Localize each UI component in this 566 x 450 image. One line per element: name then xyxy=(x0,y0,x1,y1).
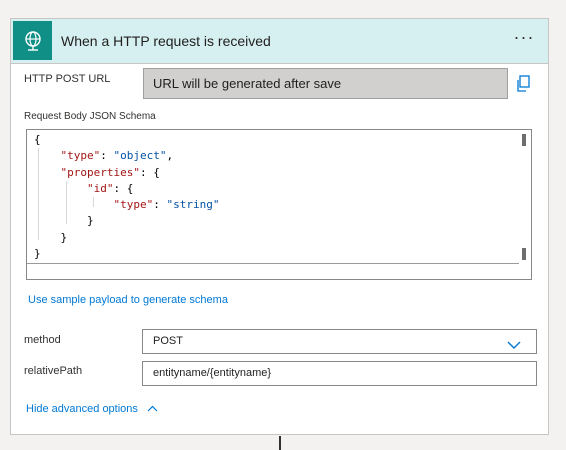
trigger-card: When a HTTP request is received ··· HTTP… xyxy=(10,18,549,435)
horizontal-scrollbar[interactable] xyxy=(27,261,519,279)
hide-advanced-options-link[interactable]: Hide advanced options xyxy=(26,403,158,415)
http-url-field[interactable]: URL will be generated after save xyxy=(143,68,508,99)
scrollbar-thumb[interactable] xyxy=(522,134,526,146)
more-options-button[interactable]: ··· xyxy=(510,27,538,53)
flow-connector xyxy=(279,436,281,450)
card-title: When a HTTP request is received xyxy=(61,33,271,49)
vertical-scrollbar[interactable] xyxy=(517,130,531,261)
relative-path-label: relativePath xyxy=(24,365,83,377)
schema-label: Request Body JSON Schema xyxy=(24,111,156,122)
method-value: POST xyxy=(153,335,183,347)
relative-path-input[interactable]: entityname/{entityname} xyxy=(142,361,537,386)
sample-payload-link[interactable]: Use sample payload to generate schema xyxy=(28,294,228,306)
hide-advanced-label: Hide advanced options xyxy=(26,403,138,415)
scrollbar-thumb[interactable] xyxy=(522,248,526,260)
json-code: { "type": "object", "properties": { "id"… xyxy=(34,133,220,261)
chevron-down-icon xyxy=(507,336,521,359)
method-label: method xyxy=(24,334,61,346)
json-schema-editor[interactable]: { "type": "object", "properties": { "id"… xyxy=(26,129,532,280)
card-header[interactable]: When a HTTP request is received ··· xyxy=(11,19,548,64)
copy-icon[interactable] xyxy=(515,75,531,93)
http-url-label: HTTP POST URL xyxy=(24,73,111,85)
globe-icon xyxy=(13,21,52,60)
chevron-up-icon xyxy=(147,403,158,415)
scrollbar-track xyxy=(27,263,519,264)
method-select[interactable]: POST xyxy=(142,329,537,354)
